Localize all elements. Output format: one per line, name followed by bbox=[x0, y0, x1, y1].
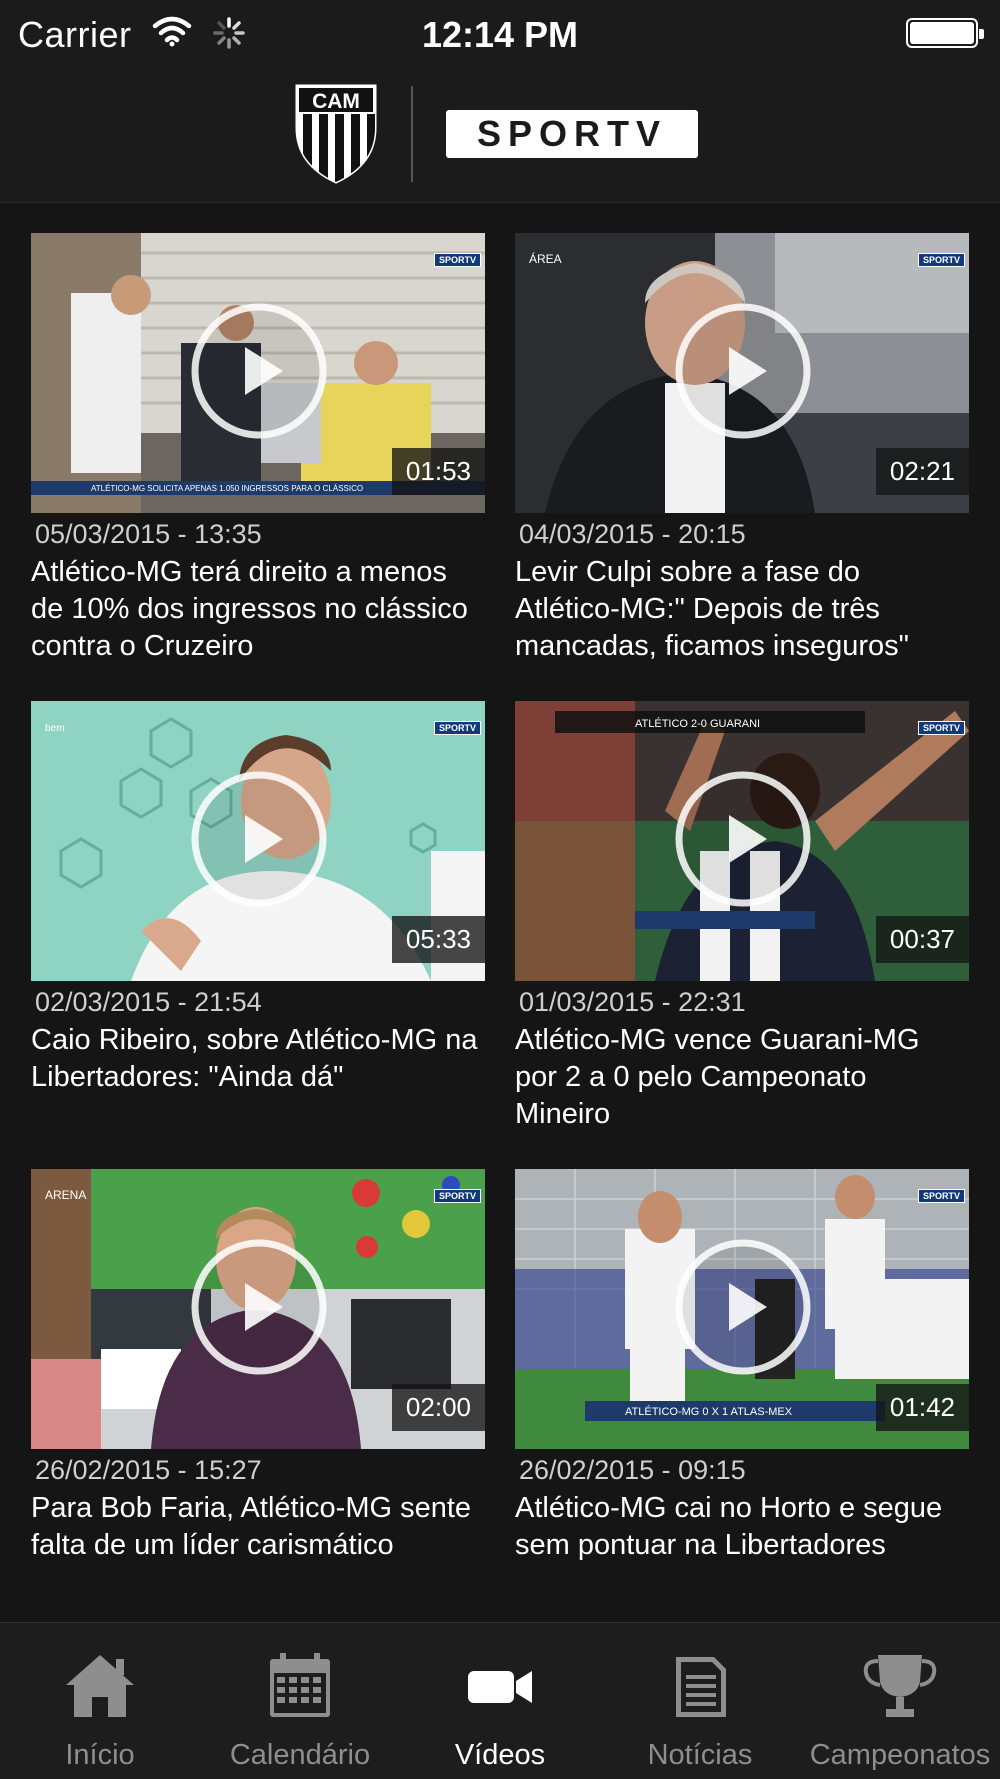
video-thumbnail[interactable]: bem SPORTV 05:33 bbox=[31, 701, 485, 981]
video-camera-icon bbox=[400, 1651, 600, 1721]
video-date: 26/02/2015 - 15:27 bbox=[35, 1455, 262, 1485]
video-date: 02/03/2015 - 21:54 bbox=[35, 987, 262, 1017]
video-title[interactable]: Caio Ribeiro, sobre Atlético-MG na Liber… bbox=[31, 1022, 485, 1096]
svg-text:ATLÉTICO 2-0 GUARANI: ATLÉTICO 2-0 GUARANI bbox=[635, 717, 760, 730]
play-icon[interactable] bbox=[189, 769, 329, 914]
tab-videos[interactable]: Vídeos bbox=[400, 1623, 600, 1779]
video-title[interactable]: Atlético-MG vence Guarani-MG por 2 a 0 p… bbox=[515, 1022, 969, 1133]
trophy-icon bbox=[800, 1651, 1000, 1721]
video-grid: ATLÉTICO-MG SOLICITA APENAS 1.050 INGRES… bbox=[0, 202, 1000, 1622]
svg-text:ÁREA: ÁREA bbox=[529, 251, 562, 266]
battery-icon bbox=[906, 18, 984, 48]
video-duration: 00:37 bbox=[875, 916, 969, 963]
channel-logo: SPORTV bbox=[917, 721, 965, 735]
video-duration: 05:33 bbox=[391, 916, 485, 963]
tab-noticias[interactable]: Notícias bbox=[600, 1623, 800, 1779]
video-title[interactable]: Atlético-MG cai no Horto e segue sem pon… bbox=[515, 1490, 969, 1564]
video-card[interactable]: ATLÉTICO-MG 0 X 1 ATLAS-MEX SPORTV 01:42… bbox=[515, 1169, 969, 1564]
calendar-icon bbox=[200, 1651, 400, 1721]
video-title[interactable]: Para Bob Faria, Atlético-MG sente falta … bbox=[31, 1490, 485, 1564]
play-icon[interactable] bbox=[673, 1237, 813, 1382]
video-duration: 02:00 bbox=[391, 1384, 485, 1431]
video-thumbnail[interactable]: ATLÉTICO 2-0 GUARANI SPORTV 00:37 bbox=[515, 701, 969, 981]
sportv-logo: SPORTV bbox=[446, 110, 698, 158]
channel-logo: SPORTV bbox=[917, 253, 965, 267]
play-icon[interactable] bbox=[189, 1237, 329, 1382]
video-date: 01/03/2015 - 22:31 bbox=[519, 987, 746, 1017]
play-icon[interactable] bbox=[189, 301, 329, 446]
svg-text:ATLÉTICO-MG SOLICITA APENAS 1.: ATLÉTICO-MG SOLICITA APENAS 1.050 INGRES… bbox=[91, 484, 363, 493]
news-icon bbox=[600, 1651, 800, 1721]
video-card[interactable]: ATLÉTICO 2-0 GUARANI SPORTV 00:37 01/03/… bbox=[515, 701, 969, 1133]
header-divider bbox=[411, 86, 413, 182]
status-bar: Carrier 12:14 PM bbox=[0, 0, 1000, 68]
video-date: 26/02/2015 - 09:15 bbox=[519, 1455, 746, 1485]
video-duration: 01:53 bbox=[391, 448, 485, 495]
play-icon[interactable] bbox=[673, 301, 813, 446]
video-thumbnail[interactable]: ÁREA SPORTV 02:21 bbox=[515, 233, 969, 513]
svg-text:ARENA: ARENA bbox=[45, 1188, 86, 1202]
tab-inicio[interactable]: Início bbox=[0, 1623, 200, 1779]
tab-label: Campeonatos bbox=[809, 1739, 991, 1771]
tab-campeonatos[interactable]: Campeonatos bbox=[800, 1623, 1000, 1779]
tab-calendario[interactable]: Calendário bbox=[200, 1623, 400, 1779]
svg-text:ATLÉTICO-MG 0 X 1 ATLAS-MEX: ATLÉTICO-MG 0 X 1 ATLAS-MEX bbox=[625, 1405, 793, 1418]
video-title[interactable]: Levir Culpi sobre a fase do Atlético-MG:… bbox=[515, 554, 969, 665]
video-card[interactable]: ARENA SPORTV 02:00 26/02/2015 - 15:27 Pa… bbox=[31, 1169, 485, 1564]
video-date: 05/03/2015 - 13:35 bbox=[35, 519, 262, 549]
video-date: 04/03/2015 - 20:15 bbox=[519, 519, 746, 549]
channel-logo: SPORTV bbox=[917, 1189, 965, 1203]
channel-logo: SPORTV bbox=[433, 253, 481, 267]
video-card[interactable]: ÁREA SPORTV 02:21 04/03/2015 - 20:15 Lev… bbox=[515, 233, 969, 665]
crest-text: CAM bbox=[312, 90, 360, 113]
tab-bar: Início Calendário Vídeos Notícias Campeo… bbox=[0, 1622, 1000, 1779]
video-thumbnail[interactable]: ATLÉTICO-MG 0 X 1 ATLAS-MEX SPORTV 01:42 bbox=[515, 1169, 969, 1449]
video-duration: 01:42 bbox=[875, 1384, 969, 1431]
status-time: 12:14 PM bbox=[421, 14, 579, 55]
video-thumbnail[interactable]: ATLÉTICO-MG SOLICITA APENAS 1.050 INGRES… bbox=[31, 233, 485, 513]
video-title[interactable]: Atlético-MG terá direito a menos de 10% … bbox=[31, 554, 485, 665]
channel-logo: SPORTV bbox=[433, 721, 481, 735]
video-thumbnail[interactable]: ARENA SPORTV 02:00 bbox=[31, 1169, 485, 1449]
svg-text:bem: bem bbox=[45, 723, 64, 734]
video-card[interactable]: ATLÉTICO-MG SOLICITA APENAS 1.050 INGRES… bbox=[31, 233, 485, 665]
play-icon[interactable] bbox=[673, 769, 813, 914]
channel-logo: SPORTV bbox=[433, 1189, 481, 1203]
cam-crest-logo: CAM bbox=[293, 82, 379, 191]
app-header: CAM SPORTV bbox=[0, 68, 1000, 203]
home-icon bbox=[0, 1651, 200, 1721]
video-card[interactable]: bem SPORTV 05:33 02/03/2015 - 21:54 Caio… bbox=[31, 701, 485, 1096]
video-duration: 02:21 bbox=[875, 448, 969, 495]
